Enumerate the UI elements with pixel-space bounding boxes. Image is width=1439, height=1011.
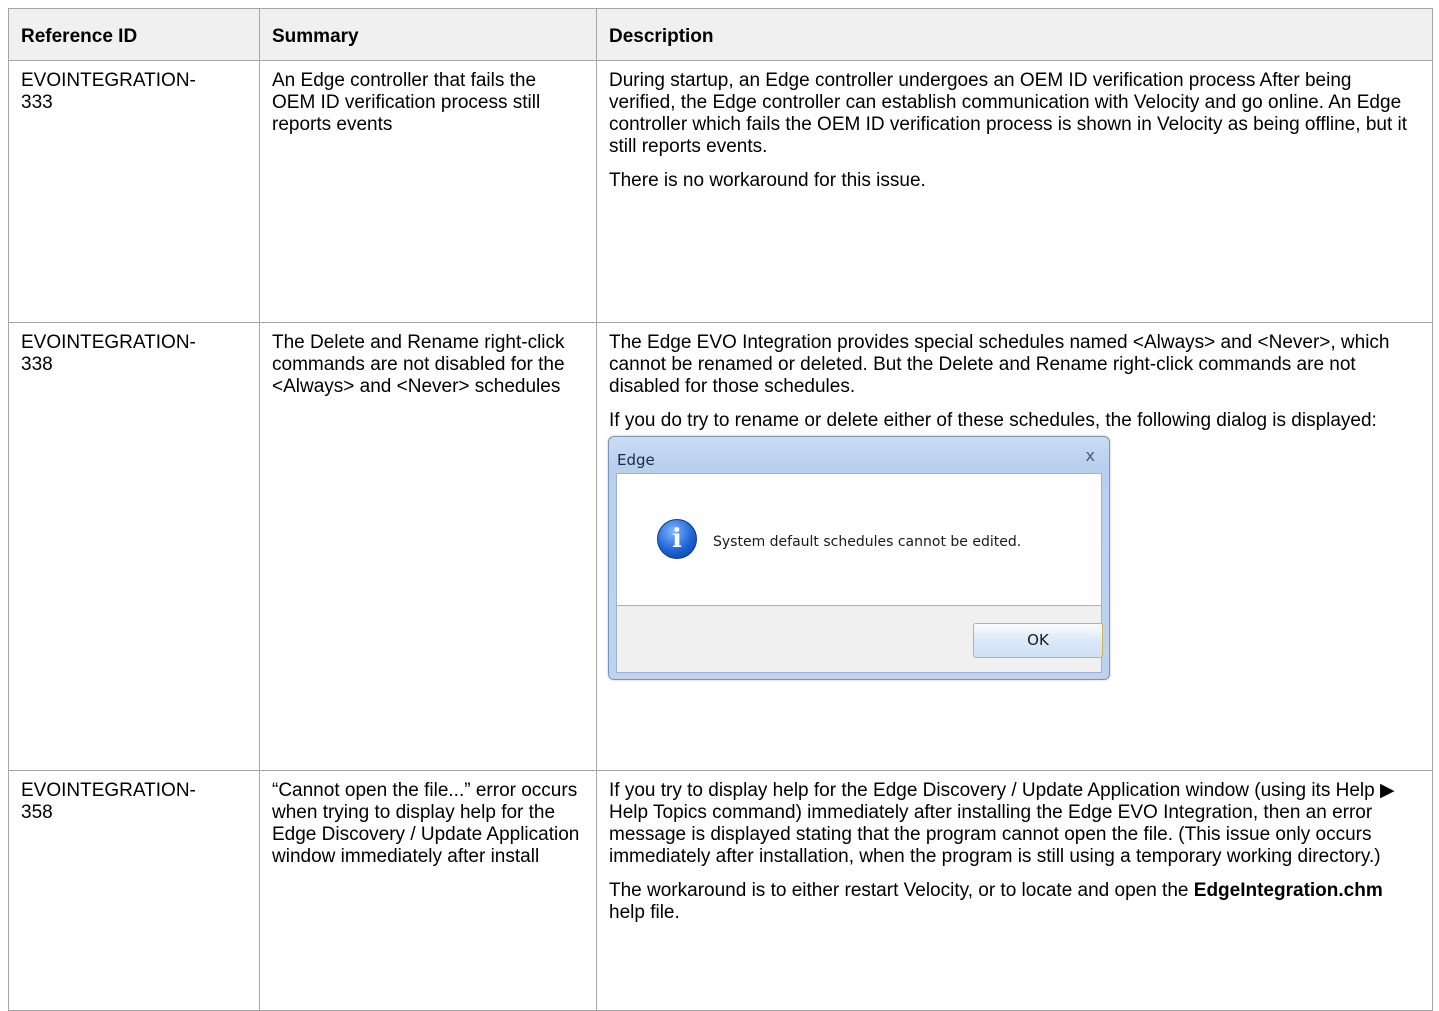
workaround-text-end: help file.: [609, 902, 680, 923]
description-paragraph: The Edge EVO Integration provides specia…: [609, 332, 1390, 397]
summary-cell: The Delete and Rename right-click comman…: [259, 322, 597, 771]
description-cell: The Edge EVO Integration provides specia…: [596, 322, 1433, 771]
description-paragraph: If you do try to rename or delete either…: [609, 410, 1377, 431]
help-file-name: EdgeIntegration.chm: [1193, 880, 1383, 901]
description-paragraph: There is no workaround for this issue.: [609, 170, 926, 191]
close-icon[interactable]: x: [1086, 445, 1095, 467]
table-header-row: Reference ID Summary Description: [8, 8, 1433, 61]
description-paragraph: During startup, an Edge controller under…: [609, 70, 1408, 157]
reference-id-cell: EVOINTEGRATION- 333: [8, 60, 260, 323]
dialog-body: i System default schedules cannot be edi…: [616, 473, 1102, 606]
summary-cell: An Edge controller that fails the OEM ID…: [259, 60, 597, 323]
description-cell: During startup, an Edge controller under…: [596, 60, 1433, 323]
summary-cell: “Cannot open the file...” error occurs w…: [259, 770, 597, 1011]
description-paragraph: If you try to display help for the Edge …: [609, 780, 1395, 867]
reference-id-cell: EVOINTEGRATION- 338: [8, 322, 260, 771]
header-reference-id: Reference ID: [8, 8, 260, 61]
header-description: Description: [596, 8, 1433, 61]
dialog-title: Edge: [617, 451, 655, 469]
table-row: EVOINTEGRATION- 338 The Delete and Renam…: [8, 322, 1433, 771]
edge-dialog-screenshot: Edge x i System default schedules cannot…: [608, 436, 1110, 680]
description-cell: If you try to display help for the Edge …: [596, 770, 1433, 1011]
known-issues-table: Reference ID Summary Description EVOINTE…: [8, 8, 1433, 1011]
ok-button[interactable]: OK: [973, 623, 1103, 658]
dialog-message: System default schedules cannot be edite…: [713, 534, 1022, 550]
table-row: EVOINTEGRATION- 358 “Cannot open the fil…: [8, 770, 1433, 1011]
reference-id-cell: EVOINTEGRATION- 358: [8, 770, 260, 1011]
table-row: EVOINTEGRATION- 333 An Edge controller t…: [8, 60, 1433, 323]
description-paragraph: The workaround is to either restart Velo…: [609, 880, 1420, 924]
header-summary: Summary: [259, 8, 597, 61]
dialog-footer: OK: [616, 606, 1103, 673]
info-icon: i: [657, 519, 697, 559]
workaround-text: The workaround is to either restart Velo…: [609, 880, 1194, 901]
